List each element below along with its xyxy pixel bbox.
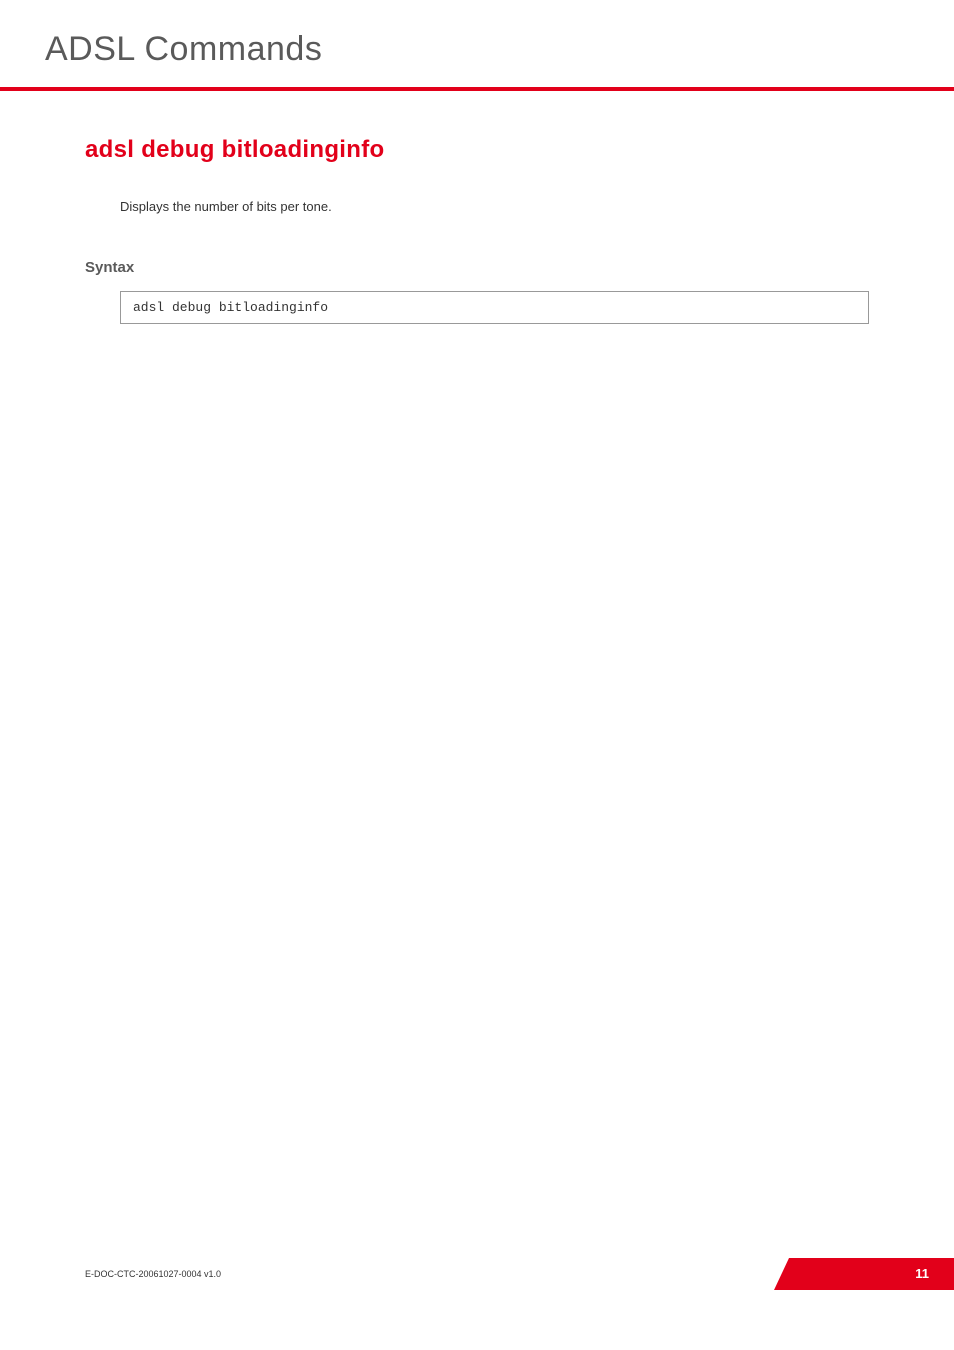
chapter-title: ADSL Commands	[45, 30, 869, 69]
page-number: 11	[915, 1266, 929, 1281]
syntax-heading: Syntax	[85, 259, 869, 276]
page-number-badge: 11	[774, 1258, 869, 1290]
page-footer: E-DOC-CTC-20061027-0004 v1.0 11	[45, 1258, 869, 1290]
syntax-code-block: adsl debug bitloadinginfo	[120, 291, 869, 324]
command-description: Displays the number of bits per tone.	[120, 199, 869, 214]
divider	[0, 87, 954, 91]
command-title: adsl debug bitloadinginfo	[85, 136, 869, 164]
document-reference: E-DOC-CTC-20061027-0004 v1.0	[45, 1269, 221, 1279]
content-area: adsl debug bitloadinginfo Displays the n…	[45, 136, 869, 1258]
